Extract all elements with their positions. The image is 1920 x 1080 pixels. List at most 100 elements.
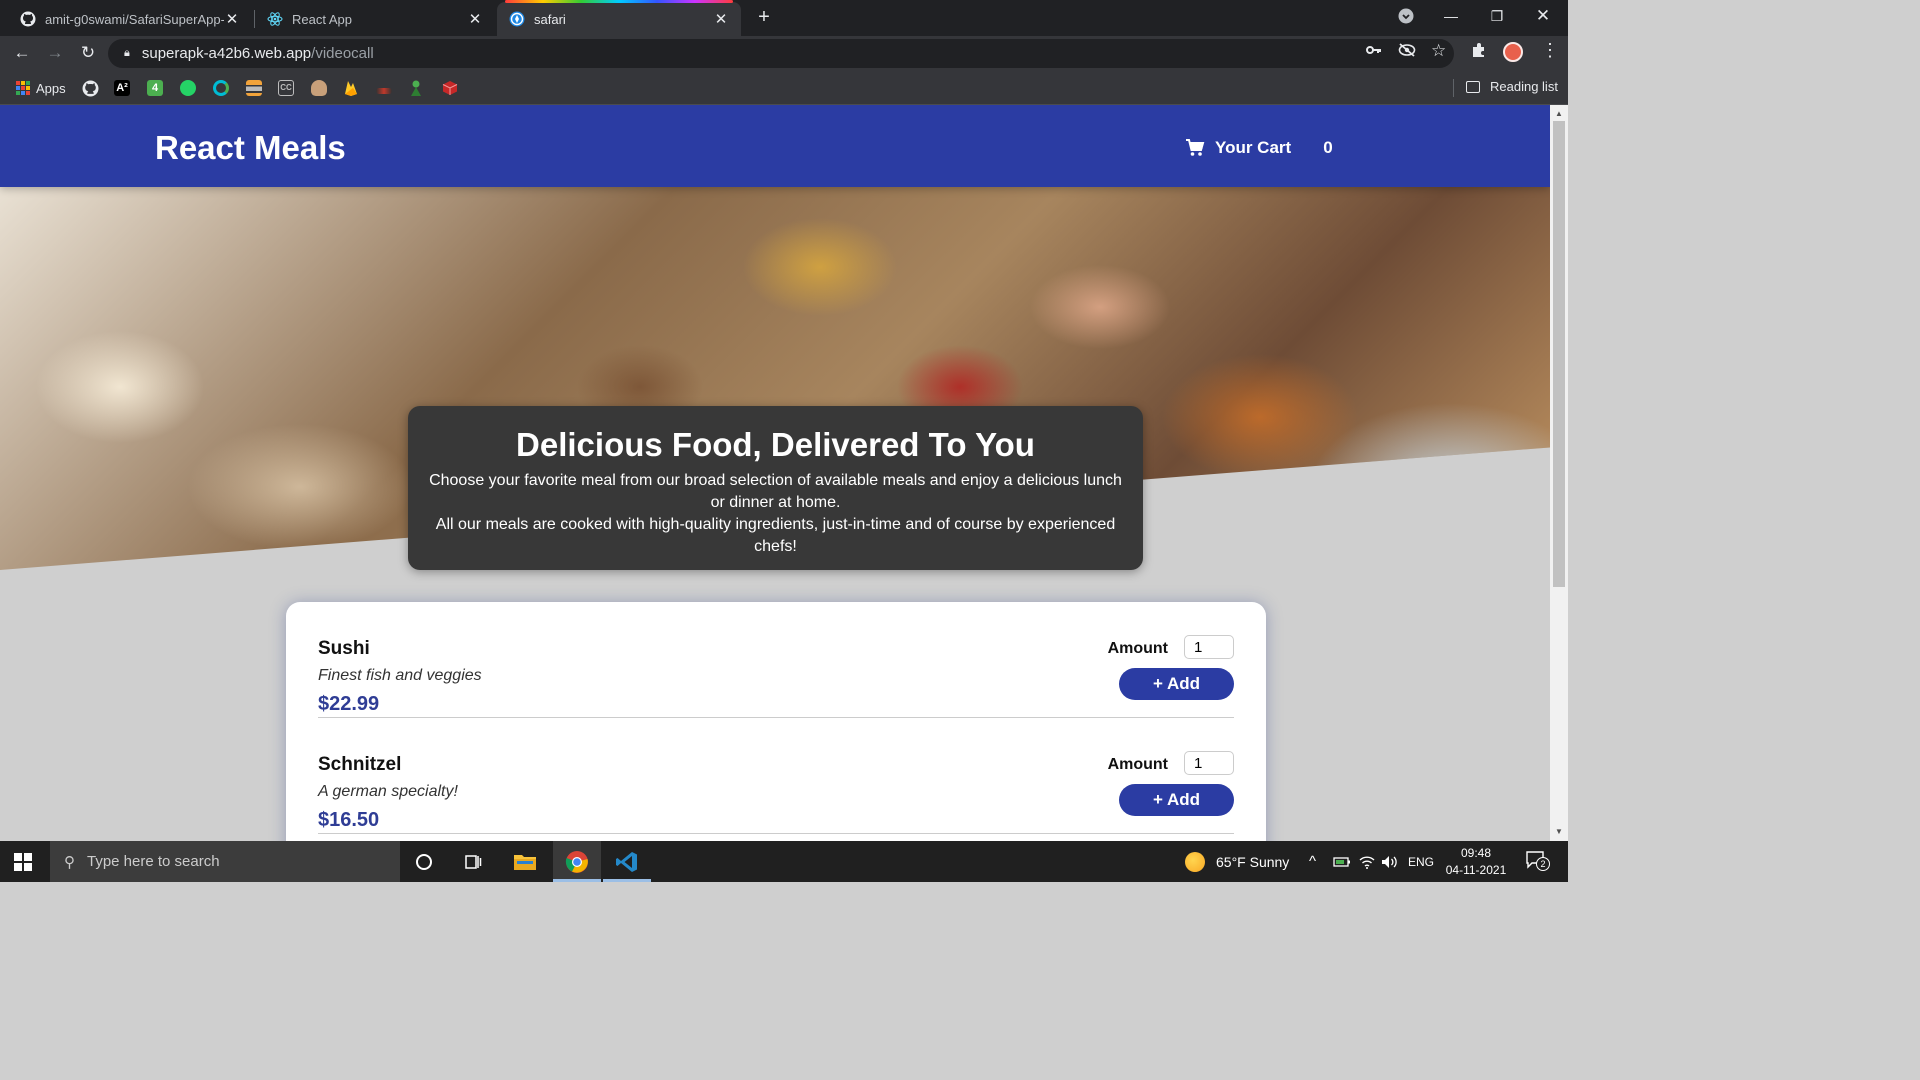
bookmark-whatsapp[interactable]	[180, 79, 196, 97]
bookmark-emblem[interactable]	[311, 79, 327, 97]
add-button[interactable]: + Add	[1119, 784, 1234, 816]
tracking-hidden-icon[interactable]	[1398, 43, 1416, 60]
meal-item-sushi: Sushi Finest fish and veggies $22.99 Amo…	[318, 602, 1234, 718]
meal-price: $22.99	[318, 693, 380, 715]
task-view-icon[interactable]	[449, 841, 497, 882]
file-explorer-icon[interactable]	[501, 841, 549, 882]
bookmark-tree[interactable]	[409, 79, 423, 97]
taskbar-clock[interactable]: 09:48 04-11-2021	[1440, 845, 1512, 879]
new-tab-button[interactable]: +	[754, 6, 774, 29]
bookmark-apps[interactable]: Apps	[16, 79, 66, 97]
bookmark-star-icon[interactable]: ☆	[1431, 41, 1446, 61]
minimize-icon[interactable]: —	[1428, 0, 1474, 32]
profile-avatar[interactable]	[1503, 42, 1523, 62]
bookmark-a2[interactable]: A²	[114, 79, 130, 97]
safari-icon	[509, 11, 525, 27]
emblem-icon	[311, 80, 327, 96]
clock-time: 09:48	[1460, 846, 1492, 860]
amount-label: Amount	[1107, 640, 1168, 657]
cart-label: Your Cart	[1215, 138, 1292, 157]
tab-search-icon[interactable]	[1383, 0, 1429, 32]
apps-label: Apps	[36, 80, 66, 96]
back-icon[interactable]: ←	[10, 41, 34, 65]
tab-title: React App	[292, 11, 352, 27]
summary-text-1: Choose your favorite meal from our broad…	[429, 472, 1122, 511]
chrome-taskbar-icon[interactable]	[553, 841, 601, 882]
page-scrollbar[interactable]: ▲ ▼	[1550, 105, 1568, 841]
wifi-icon[interactable]	[1359, 841, 1375, 882]
close-icon[interactable]: ✕	[467, 10, 483, 28]
tab-safari[interactable]: safari ✕	[497, 0, 741, 36]
volume-icon[interactable]	[1381, 841, 1399, 882]
stack-icon	[246, 80, 262, 96]
cart-icon	[1186, 139, 1205, 156]
cortana-icon[interactable]	[400, 841, 448, 882]
key-icon[interactable]	[1366, 43, 1382, 60]
whatsapp-icon	[180, 80, 196, 96]
bookmark-cc[interactable]: CC	[278, 79, 294, 97]
notification-icon[interactable]: 2	[1526, 851, 1550, 874]
cube-icon	[442, 81, 458, 95]
bookmark-cube[interactable]	[442, 79, 458, 97]
close-icon[interactable]: ✕	[713, 10, 729, 28]
app-title: React Meals	[155, 129, 346, 166]
summary-card: Delicious Food, Delivered To You Choose …	[408, 406, 1143, 570]
reading-list-button[interactable]: Reading list	[1466, 79, 1558, 94]
summary-heading: Delicious Food, Delivered To You	[516, 426, 1035, 463]
vscode-icon[interactable]	[603, 841, 651, 882]
meal-name: Schnitzel	[318, 754, 402, 775]
battery-icon[interactable]	[1333, 841, 1351, 882]
address-bar[interactable]: 🔒︎ superapk-a42b6.web.app/videocall	[108, 39, 1454, 68]
bookmark-dark-logo[interactable]	[376, 79, 392, 97]
cart-count-badge: 0	[1323, 138, 1333, 157]
meal-item-schnitzel: Schnitzel A german specialty! $16.50 Amo…	[318, 718, 1234, 834]
tab-react-app[interactable]: React App ✕	[255, 2, 495, 36]
meal-description: Finest fish and veggies	[318, 667, 482, 684]
window-close-icon[interactable]: ✕	[1520, 0, 1566, 32]
scroll-down-icon[interactable]: ▼	[1554, 827, 1564, 836]
tree-icon	[411, 80, 421, 96]
tab-github[interactable]: amit-g0swami/SafariSuperApp-R ✕	[8, 2, 252, 36]
meals-list: Sushi Finest fish and veggies $22.99 Amo…	[286, 602, 1266, 841]
restore-icon[interactable]: ❐	[1474, 0, 1520, 32]
amount-input[interactable]	[1184, 751, 1234, 775]
url-host: superapk-a42b6.web.app	[141, 45, 312, 62]
lock-icon: 🔒︎	[124, 47, 130, 59]
scroll-up-icon[interactable]: ▲	[1554, 109, 1564, 118]
bookmark-four[interactable]: 4	[147, 79, 163, 97]
circle-arrow-icon	[213, 80, 229, 96]
reload-icon[interactable]: ↻	[76, 41, 100, 65]
language-indicator[interactable]: ENG	[1408, 841, 1434, 882]
bookmark-circle[interactable]	[213, 79, 229, 97]
forward-icon[interactable]: →	[43, 41, 67, 65]
sun-icon	[1185, 851, 1205, 872]
a2-icon: A²	[114, 80, 130, 96]
clock-date: 04-11-2021	[1445, 863, 1507, 877]
amount-label: Amount	[1107, 756, 1168, 773]
tray-chevron-icon[interactable]: ^	[1309, 841, 1316, 882]
weather-widget[interactable]: 65°F Sunny	[1185, 841, 1289, 882]
browser-tab-strip: amit-g0swami/SafariSuperApp-R ✕ React Ap…	[0, 0, 1568, 36]
extensions-icon[interactable]	[1471, 42, 1487, 61]
add-button[interactable]: + Add	[1119, 668, 1234, 700]
scroll-thumb[interactable]	[1553, 121, 1565, 587]
menu-icon[interactable]: ⋮	[1541, 40, 1559, 61]
bookmarks-divider	[1453, 79, 1454, 97]
summary-text-2: All our meals are cooked with high-quali…	[435, 516, 1116, 555]
windows-taskbar: ⚲ Type here to search 65°F Sunny ^ ENG 0…	[0, 841, 1568, 882]
cart-button[interactable]: Your Cart 0	[1185, 133, 1333, 163]
bookmark-github[interactable]	[82, 79, 99, 97]
bookmark-stack[interactable]	[246, 79, 262, 97]
firebase-icon	[345, 80, 357, 96]
amount-input[interactable]	[1184, 635, 1234, 659]
taskbar-search[interactable]: ⚲ Type here to search	[50, 841, 400, 882]
windows-start-icon[interactable]	[14, 853, 32, 871]
meal-description: A german specialty!	[318, 783, 458, 800]
github-icon	[20, 11, 36, 27]
cc-icon: CC	[278, 80, 294, 96]
github-icon	[82, 80, 99, 96]
url-path: /videocall	[311, 45, 374, 62]
dark-logo-icon	[376, 87, 392, 94]
close-icon[interactable]: ✕	[224, 10, 240, 28]
bookmark-firebase[interactable]	[344, 79, 358, 97]
